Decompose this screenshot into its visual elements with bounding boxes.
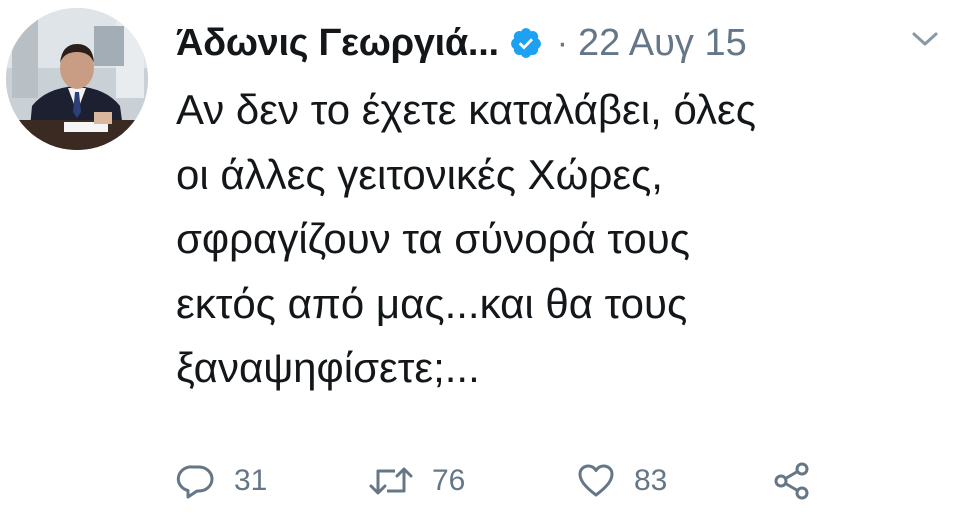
tweet-text-line: ξαναψηφίσετε;... (176, 344, 480, 391)
tweet-date[interactable]: 22 Αυγ 15 (578, 22, 747, 65)
tweet-header: Άδωνις Γεωργιά... · 22 Αυγ 15 (176, 16, 747, 70)
tweet-text-line: Αν δεν το έχετε καταλάβει, όλες (176, 86, 756, 133)
share-button[interactable] (772, 458, 812, 504)
chevron-down-icon[interactable] (910, 30, 940, 50)
tweet-text-line: εκτός από μας...και θα τους (176, 279, 688, 327)
avatar-photo (6, 8, 148, 150)
reply-count: 31 (234, 464, 268, 497)
tweet[interactable]: Άδωνις Γεωργιά... · 22 Αυγ 15 Αν δεν το … (0, 0, 960, 532)
tweet-text-line: οι άλλες γειτονικές Χώρες, (176, 150, 663, 198)
retweet-count: 76 (432, 464, 466, 497)
display-name[interactable]: Άδωνις Γεωργιά... (176, 22, 499, 65)
avatar[interactable] (6, 8, 148, 150)
reply-icon (176, 461, 216, 501)
like-count: 83 (634, 464, 668, 497)
header-separator: · (556, 23, 569, 62)
verified-badge-icon (509, 26, 543, 60)
tweet-text: Αν δεν το έχετε καταλάβει, όλες οι άλλες… (176, 78, 946, 401)
retweet-icon (368, 461, 414, 501)
like-button[interactable]: 83 (576, 458, 667, 504)
tweet-text-line: σφραγίζουν τα σύνορά τους (176, 215, 690, 262)
reply-button[interactable]: 31 (176, 458, 267, 504)
heart-icon (576, 461, 616, 501)
retweet-button[interactable]: 76 (368, 458, 465, 504)
share-icon (772, 461, 812, 501)
